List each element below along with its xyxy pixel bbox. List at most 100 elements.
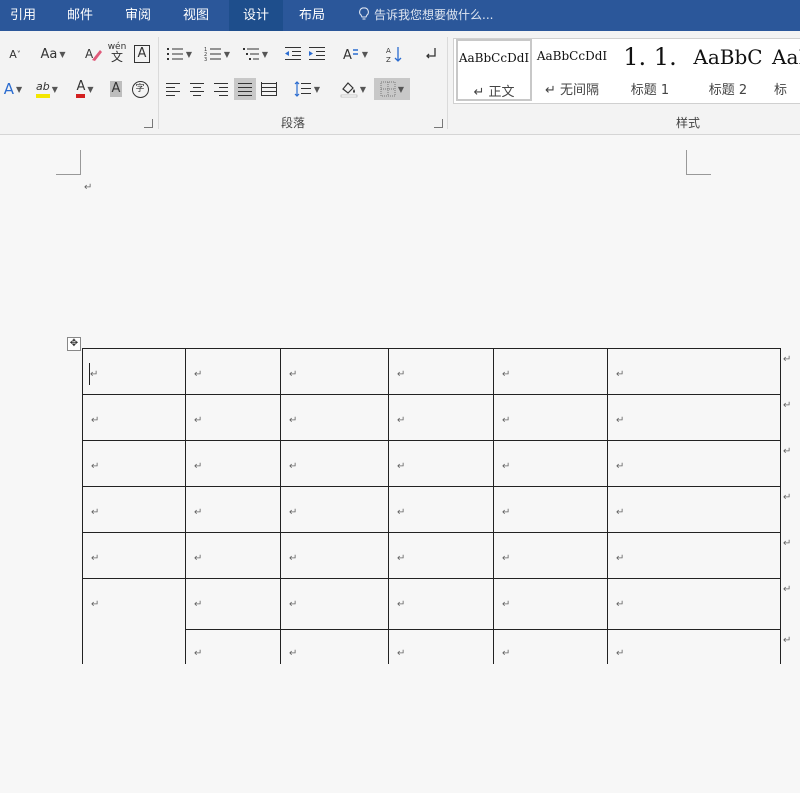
table-cell[interactable]: ↵ bbox=[185, 578, 281, 630]
table-cell[interactable]: ↵ bbox=[82, 532, 186, 579]
table-cell[interactable]: ↵ bbox=[493, 629, 608, 664]
style-normal[interactable]: AaBbCcDdI ↵ 正文 bbox=[456, 39, 532, 101]
tab-review[interactable]: 审阅 bbox=[125, 0, 165, 31]
table-cell[interactable]: ↵ bbox=[82, 348, 186, 395]
table-cell[interactable]: ↵ bbox=[280, 440, 389, 487]
style-title[interactable]: AaI 标 bbox=[768, 39, 800, 101]
tab-layout[interactable]: 布局 bbox=[299, 0, 339, 31]
table-move-handle-icon[interactable]: ✥ bbox=[67, 337, 81, 351]
paragraph-dialog-launcher[interactable] bbox=[434, 119, 443, 128]
table-cell[interactable]: ↵ bbox=[493, 532, 608, 579]
char-border-icon: A bbox=[133, 45, 151, 63]
align-right-button[interactable] bbox=[210, 78, 232, 100]
table-cell[interactable]: ↵ bbox=[185, 532, 281, 579]
phonetic-guide-button[interactable]: wén 文 bbox=[106, 41, 128, 63]
font-color-button[interactable]: A ▼ bbox=[68, 78, 102, 100]
enclose-char-button[interactable]: 字 bbox=[129, 78, 151, 100]
table-cell[interactable]: ↵ bbox=[185, 394, 281, 441]
tab-mailings[interactable]: 邮件 bbox=[67, 0, 107, 31]
center-icon bbox=[190, 83, 204, 96]
row-end-mark: ↵ bbox=[783, 584, 792, 595]
sort-button[interactable]: AZ bbox=[384, 43, 406, 65]
document-table[interactable]: ↵ ↵ ↵ ↵ ↵ ↵ ↵ ↵ ↵ ↵ ↵ ↵ ↵ ↵ ↵ ↵ ↵ ↵ ↵ ↵ ↵ ↵ ↵ ↵ ↵ ↵ ↵ ↵ ↵ ↵ ↵ ↵ ↵ ↵ ↵ ↵ ↵ ↵ ↵ ↵… bbox=[82, 348, 781, 664]
numbering-button[interactable]: 1 2 3 ▼ bbox=[200, 43, 234, 65]
cell-end-mark: ↵ bbox=[289, 507, 298, 518]
font-dialog-launcher[interactable] bbox=[144, 119, 153, 128]
svg-text:3: 3 bbox=[204, 57, 207, 62]
shading-button[interactable]: ▼ bbox=[336, 78, 370, 100]
table-cell[interactable]: ↵ bbox=[607, 486, 781, 533]
table-cell[interactable]: ↵ bbox=[82, 486, 186, 533]
change-case-button[interactable]: Aa ▼ bbox=[36, 43, 70, 65]
table-cell[interactable]: ↵ bbox=[185, 486, 281, 533]
table-row: ↵ ↵ ↵ ↵ ↵ ↵ bbox=[82, 486, 781, 533]
table-cell[interactable]: ↵ bbox=[388, 486, 494, 533]
distributed-button[interactable] bbox=[258, 78, 280, 100]
table-cell[interactable]: ↵ bbox=[82, 578, 186, 664]
char-shading-icon: A bbox=[109, 81, 123, 97]
style-heading-2[interactable]: AaBbC 标题 2 bbox=[690, 39, 766, 101]
table-cell[interactable]: ↵ bbox=[388, 348, 494, 395]
table-cell[interactable]: ↵ bbox=[607, 348, 781, 395]
margin-mark-right bbox=[686, 174, 711, 175]
table-cell[interactable]: ↵ bbox=[607, 440, 781, 487]
highlight-icon: ab bbox=[36, 80, 50, 98]
cell-end-mark: ↵ bbox=[194, 507, 203, 518]
table-cell[interactable]: ↵ bbox=[185, 629, 281, 664]
char-border-button[interactable]: A bbox=[131, 43, 153, 65]
char-shading-button[interactable]: A bbox=[106, 78, 126, 100]
table-cell[interactable]: ↵ bbox=[607, 532, 781, 579]
borders-button[interactable]: ▼ bbox=[374, 78, 410, 100]
highlight-button[interactable]: ab ▼ bbox=[30, 78, 64, 100]
tab-references[interactable]: 引用 bbox=[10, 0, 50, 31]
table-cell[interactable]: ↵ bbox=[280, 394, 389, 441]
borders-icon bbox=[380, 81, 396, 97]
multilevel-list-button[interactable]: ▼ bbox=[238, 43, 272, 65]
table-cell[interactable]: ↵ bbox=[388, 532, 494, 579]
style-heading-1[interactable]: 1. 1. 标题 1 bbox=[612, 39, 688, 101]
table-cell[interactable]: ↵ bbox=[280, 532, 389, 579]
table-cell[interactable]: ↵ bbox=[280, 629, 389, 664]
line-spacing-button[interactable]: ▼ bbox=[290, 78, 324, 100]
table-cell[interactable]: ↵ bbox=[388, 629, 494, 664]
table-cell[interactable]: ↵ bbox=[388, 394, 494, 441]
tab-view[interactable]: 视图 bbox=[183, 0, 223, 31]
table-cell[interactable]: ↵ bbox=[493, 348, 608, 395]
align-left-button[interactable] bbox=[162, 78, 184, 100]
clear-format-icon: A bbox=[85, 47, 102, 61]
shrink-font-button[interactable]: A ˅ bbox=[4, 43, 26, 65]
table-cell[interactable]: ↵ bbox=[493, 394, 608, 441]
table-cell[interactable]: ↵ bbox=[82, 440, 186, 487]
cell-end-mark: ↵ bbox=[289, 553, 298, 564]
tab-design[interactable]: 设计 bbox=[229, 0, 283, 31]
table-row: ↵ ↵ ↵ ↵ ↵ ↵ bbox=[82, 532, 781, 579]
table-cell[interactable]: ↵ bbox=[185, 348, 281, 395]
text-effects-button[interactable]: A ▼ bbox=[0, 78, 26, 100]
table-cell[interactable]: ↵ bbox=[82, 394, 186, 441]
style-no-spacing[interactable]: AaBbCcDdI ↵ 无间隔 bbox=[534, 39, 610, 101]
table-cell[interactable]: ↵ bbox=[388, 578, 494, 630]
table-cell[interactable]: ↵ bbox=[388, 440, 494, 487]
chinese-layout-button[interactable]: A ▼ bbox=[338, 43, 372, 65]
bullets-button[interactable]: ▼ bbox=[162, 43, 196, 65]
table-cell[interactable]: ↵ bbox=[607, 629, 781, 664]
clear-format-button[interactable]: A bbox=[82, 43, 104, 65]
table-cell[interactable]: ↵ bbox=[493, 486, 608, 533]
increase-indent-button[interactable] bbox=[306, 43, 328, 65]
table-row: ↵ ↵ ↵ ↵ ↵ ↵ bbox=[82, 348, 781, 395]
table-cell[interactable]: ↵ bbox=[493, 440, 608, 487]
table-cell[interactable]: ↵ bbox=[607, 578, 781, 630]
table-cell[interactable]: ↵ bbox=[280, 486, 389, 533]
decrease-indent-button[interactable] bbox=[282, 43, 304, 65]
table-cell[interactable]: ↵ bbox=[185, 440, 281, 487]
justify-button[interactable] bbox=[234, 78, 256, 100]
tell-me-box[interactable]: 告诉我您想要做什么... bbox=[358, 0, 558, 31]
show-marks-button[interactable] bbox=[420, 43, 442, 65]
center-button[interactable] bbox=[186, 78, 208, 100]
table-cell[interactable]: ↵ bbox=[607, 394, 781, 441]
table-cell[interactable]: ↵ bbox=[280, 348, 389, 395]
cell-end-mark: ↵ bbox=[502, 369, 511, 380]
cell-end-mark: ↵ bbox=[502, 553, 511, 564]
table-cell[interactable]: ↵ bbox=[493, 578, 608, 630]
table-cell[interactable]: ↵ bbox=[280, 578, 389, 630]
